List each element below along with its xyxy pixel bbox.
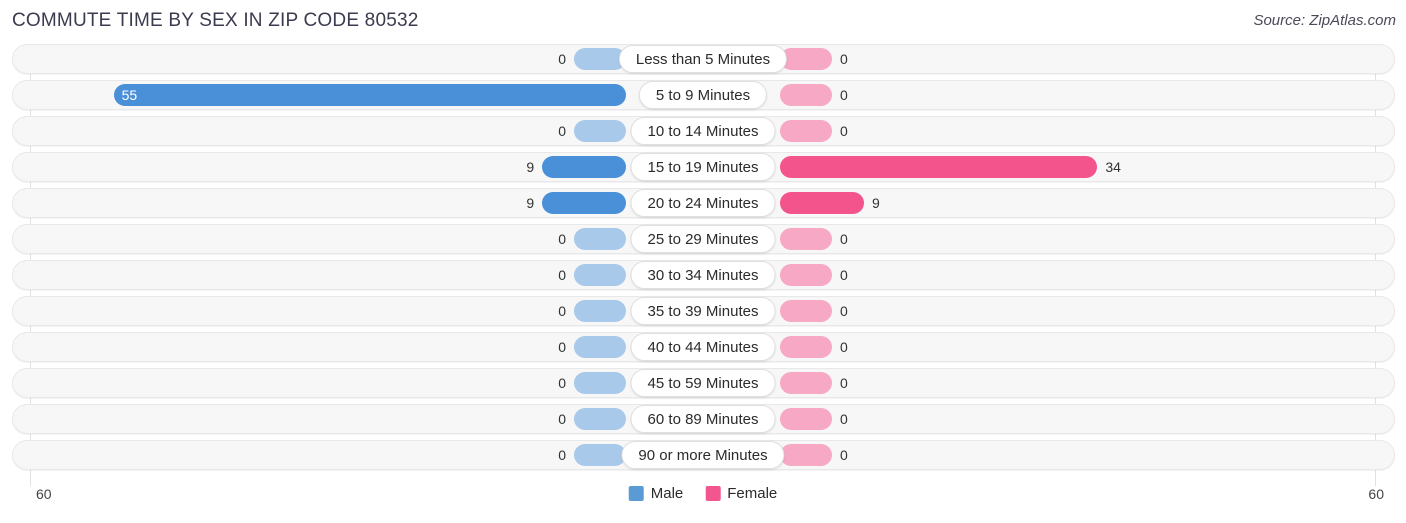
chart-header: COMMUTE TIME BY SEX IN ZIP CODE 80532 So… (0, 0, 1406, 44)
axis-max-right: 60 (1368, 486, 1384, 502)
legend-swatch-icon (628, 486, 644, 501)
female-bar[interactable] (780, 48, 832, 70)
chart-footer: 60 60 Male Female (0, 480, 1406, 523)
category-label[interactable]: 45 to 59 Minutes (630, 369, 776, 397)
bar-row: 0 0 40 to 44 Minutes (0, 332, 1406, 362)
category-label[interactable]: 60 to 89 Minutes (630, 405, 776, 433)
female-bar[interactable] (780, 228, 832, 250)
source-attribution: Source: ZipAtlas.com (1253, 12, 1396, 29)
male-value-label: 9 (526, 195, 535, 211)
male-bar[interactable] (542, 156, 626, 178)
category-label[interactable]: 25 to 29 Minutes (630, 225, 776, 253)
male-bar[interactable] (574, 372, 626, 394)
male-value-label: 0 (558, 267, 566, 283)
category-label[interactable]: 30 to 34 Minutes (630, 261, 776, 289)
male-value-label: 0 (558, 339, 566, 355)
category-label[interactable]: 90 or more Minutes (621, 441, 785, 469)
male-bar[interactable] (542, 192, 626, 214)
female-value-label: 0 (840, 375, 848, 391)
category-label[interactable]: 40 to 44 Minutes (630, 333, 776, 361)
category-label[interactable]: Less than 5 Minutes (618, 45, 788, 73)
male-bar[interactable] (574, 408, 626, 430)
bar-row: 0 0 10 to 14 Minutes (0, 116, 1406, 146)
female-value-label: 0 (840, 267, 848, 283)
bar-row: 0 0 Less than 5 Minutes (0, 44, 1406, 74)
bar-row: 0 0 30 to 34 Minutes (0, 260, 1406, 290)
female-bar[interactable] (780, 300, 832, 322)
female-value-label: 0 (840, 303, 848, 319)
bar-row-list: 0 0 Less than 5 Minutes 55 0 5 to 9 Minutes 0 0… (0, 44, 1406, 476)
bar-row: 0 0 35 to 39 Minutes (0, 296, 1406, 326)
legend-item[interactable]: Female (705, 485, 777, 502)
legend-label: Female (727, 485, 778, 502)
male-value-label: 0 (558, 123, 566, 139)
bar-row: 0 0 45 to 59 Minutes (0, 368, 1406, 398)
bar-row: 55 0 5 to 9 Minutes (0, 80, 1406, 110)
female-value-label: 34 (1105, 159, 1121, 175)
female-bar[interactable] (780, 264, 832, 286)
male-value-label: 0 (558, 411, 566, 427)
male-value-label: 0 (558, 303, 566, 319)
bar-row: 9 34 15 to 19 Minutes (0, 152, 1406, 182)
category-label[interactable]: 20 to 24 Minutes (630, 189, 776, 217)
page-title: COMMUTE TIME BY SEX IN ZIP CODE 80532 (12, 10, 419, 31)
legend-swatch-icon (705, 486, 721, 501)
female-value-label: 0 (840, 411, 848, 427)
category-label[interactable]: 15 to 19 Minutes (630, 153, 776, 181)
male-value-label: 9 (526, 159, 535, 175)
male-bar[interactable] (574, 228, 626, 250)
bar-row: 9 9 20 to 24 Minutes (0, 188, 1406, 218)
female-value-label: 9 (872, 195, 880, 211)
female-bar[interactable] (780, 156, 1098, 178)
female-bar[interactable] (780, 120, 832, 142)
bar-row: 0 0 25 to 29 Minutes (0, 224, 1406, 254)
chart-legend: Male Female (628, 485, 777, 502)
male-value-label: 0 (558, 375, 566, 391)
female-bar[interactable] (780, 84, 832, 106)
male-value-label: 0 (558, 231, 566, 247)
male-value-label: 55 (121, 87, 138, 103)
female-value-label: 0 (840, 51, 848, 67)
axis-max-left: 60 (36, 486, 52, 502)
female-value-label: 0 (840, 123, 848, 139)
male-bar[interactable] (574, 300, 626, 322)
category-label[interactable]: 5 to 9 Minutes (638, 81, 768, 109)
legend-label: Male (650, 485, 684, 502)
male-value-label: 0 (558, 447, 566, 463)
female-value-label: 0 (840, 339, 848, 355)
male-bar[interactable] (574, 336, 626, 358)
bar-row: 0 0 90 or more Minutes (0, 440, 1406, 470)
male-bar[interactable] (574, 264, 626, 286)
female-bar[interactable] (780, 408, 832, 430)
category-label[interactable]: 35 to 39 Minutes (630, 297, 776, 325)
category-label[interactable]: 10 to 14 Minutes (630, 117, 776, 145)
female-bar[interactable] (780, 444, 832, 466)
female-bar[interactable] (780, 336, 832, 358)
female-value-label: 0 (840, 87, 848, 103)
chart-plot-area: 0 0 Less than 5 Minutes 55 0 5 to 9 Minutes 0 0… (0, 44, 1406, 486)
male-value-label: 0 (558, 51, 566, 67)
bar-row: 0 0 60 to 89 Minutes (0, 404, 1406, 434)
legend-item[interactable]: Male (628, 485, 684, 502)
female-bar[interactable] (780, 372, 832, 394)
male-bar[interactable] (574, 120, 626, 142)
male-bar[interactable] (574, 444, 626, 466)
female-value-label: 0 (840, 231, 848, 247)
female-bar[interactable] (780, 192, 864, 214)
female-value-label: 0 (840, 447, 848, 463)
